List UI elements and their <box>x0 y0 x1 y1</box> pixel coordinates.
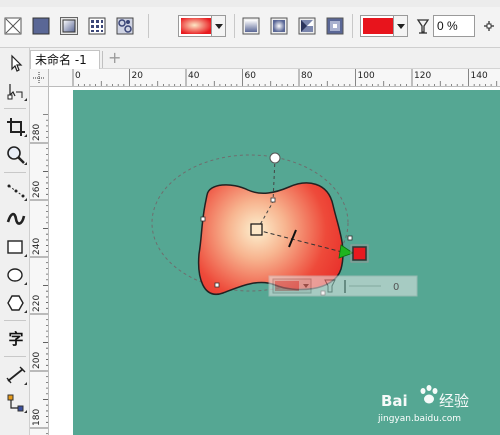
watermark-logo-text: Bai <box>381 392 408 410</box>
svg-text:经验: 经验 <box>439 392 469 410</box>
polygon-tool-icon[interactable] <box>5 292 27 314</box>
paw-icon <box>420 385 438 404</box>
ruler-origin[interactable] <box>30 69 49 87</box>
horizontal-ruler[interactable]: 0 20 40 60 80 100 120 140 <box>49 69 500 87</box>
ruler-label: 20 <box>132 71 144 81</box>
chevron-down-icon[interactable] <box>211 16 225 36</box>
drawing-canvas[interactable]: 0 Bai 经验 <box>49 87 500 435</box>
floating-transparency-value: 0 <box>393 282 399 293</box>
chevron-down-icon[interactable] <box>393 16 407 36</box>
node-position-icon[interactable] <box>480 17 498 35</box>
artistic-media-tool-icon[interactable] <box>5 208 27 230</box>
vertical-ruler-ticks: 280 260 240 220 200 180 <box>30 114 48 435</box>
toolbox-separator <box>4 172 26 173</box>
ruler-label: 240 <box>32 238 42 255</box>
shape-node[interactable] <box>347 235 353 241</box>
pick-tool-icon[interactable] <box>5 52 27 74</box>
end-color-swatch <box>363 18 393 34</box>
toolbox: 字 <box>0 48 30 435</box>
ellipse-tool-icon[interactable] <box>5 264 27 286</box>
freehand-tool-icon[interactable] <box>5 180 27 202</box>
ruler-label: 200 <box>32 352 42 369</box>
ruler-label: 80 <box>301 71 313 81</box>
end-color-node[interactable] <box>352 246 367 261</box>
crop-tool-icon[interactable] <box>5 116 27 138</box>
crosshair-icon <box>33 72 45 84</box>
fountain-fill-icon[interactable] <box>60 17 78 35</box>
toolbar-separator <box>148 14 149 38</box>
coreldraw-window: 0 % 未命名 -1 + 字 0 20 40 60 80 100 120 140… <box>0 0 500 435</box>
shape-node[interactable] <box>214 282 220 288</box>
toolbox-separator <box>4 356 26 357</box>
baidu-watermark: Bai 经验 <box>381 385 469 410</box>
transparency-icon[interactable] <box>414 17 432 35</box>
start-color-node[interactable] <box>250 223 263 236</box>
ruler-label: 100 <box>358 71 375 81</box>
tab-untitled-1[interactable]: 未命名 -1 <box>30 50 100 69</box>
pattern-fill-icon[interactable] <box>88 17 106 35</box>
toolbar-separator <box>234 14 235 38</box>
property-bar: 0 % <box>0 0 500 48</box>
conical-fountain-icon[interactable] <box>298 17 316 35</box>
canvas-drawing: 0 Bai 经验 <box>151 152 469 410</box>
linear-fountain-icon[interactable] <box>242 17 260 35</box>
toolbar-top-strip <box>0 0 500 7</box>
shape-node[interactable] <box>200 216 206 222</box>
angle-handle[interactable] <box>269 152 281 164</box>
toolbox-separator <box>4 320 26 321</box>
fill-preview-dropdown[interactable] <box>178 15 226 37</box>
rectangle-tool-icon[interactable] <box>5 236 27 258</box>
shape-tool-icon[interactable] <box>5 80 27 102</box>
tab-divider <box>102 51 103 68</box>
ruler-label: 260 <box>32 181 42 198</box>
color-picker-dropdown[interactable] <box>360 15 408 37</box>
connector-tool-icon[interactable] <box>5 392 27 414</box>
toolbox-separator <box>4 108 26 109</box>
text-tool-icon[interactable]: 字 <box>5 328 27 350</box>
ruler-label: 180 <box>32 409 42 426</box>
ruler-label: 120 <box>414 71 431 81</box>
ruler-label: 0 <box>75 71 81 81</box>
ruler-label: 140 <box>471 71 488 81</box>
transparency-input[interactable]: 0 % <box>433 15 475 37</box>
watermark-url: jingyan.baidu.com <box>378 414 462 424</box>
elliptical-fountain-icon[interactable] <box>270 17 288 35</box>
toolbar-separator <box>352 14 353 38</box>
ruler-label: 220 <box>32 295 42 312</box>
add-tab-button[interactable]: + <box>108 49 121 67</box>
ruler-label: 40 <box>188 71 200 81</box>
ruler-label: 280 <box>32 124 42 141</box>
vertical-ruler[interactable]: 280 260 240 220 200 180 <box>30 87 49 435</box>
horizontal-ruler-ticks: 0 20 40 60 80 100 120 140 <box>72 69 498 86</box>
uniform-fill-icon[interactable] <box>32 17 50 35</box>
no-fill-icon[interactable] <box>4 17 22 35</box>
shape-node[interactable] <box>270 197 276 203</box>
fill-swatch-preview <box>181 18 211 34</box>
square-fountain-icon[interactable] <box>326 17 344 35</box>
document-tabs: 未命名 -1 + <box>30 48 500 69</box>
ruler-label: 60 <box>245 71 257 81</box>
texture-fill-icon[interactable] <box>116 17 134 35</box>
zoom-tool-icon[interactable] <box>5 144 27 166</box>
dimension-tool-icon[interactable] <box>5 364 27 386</box>
